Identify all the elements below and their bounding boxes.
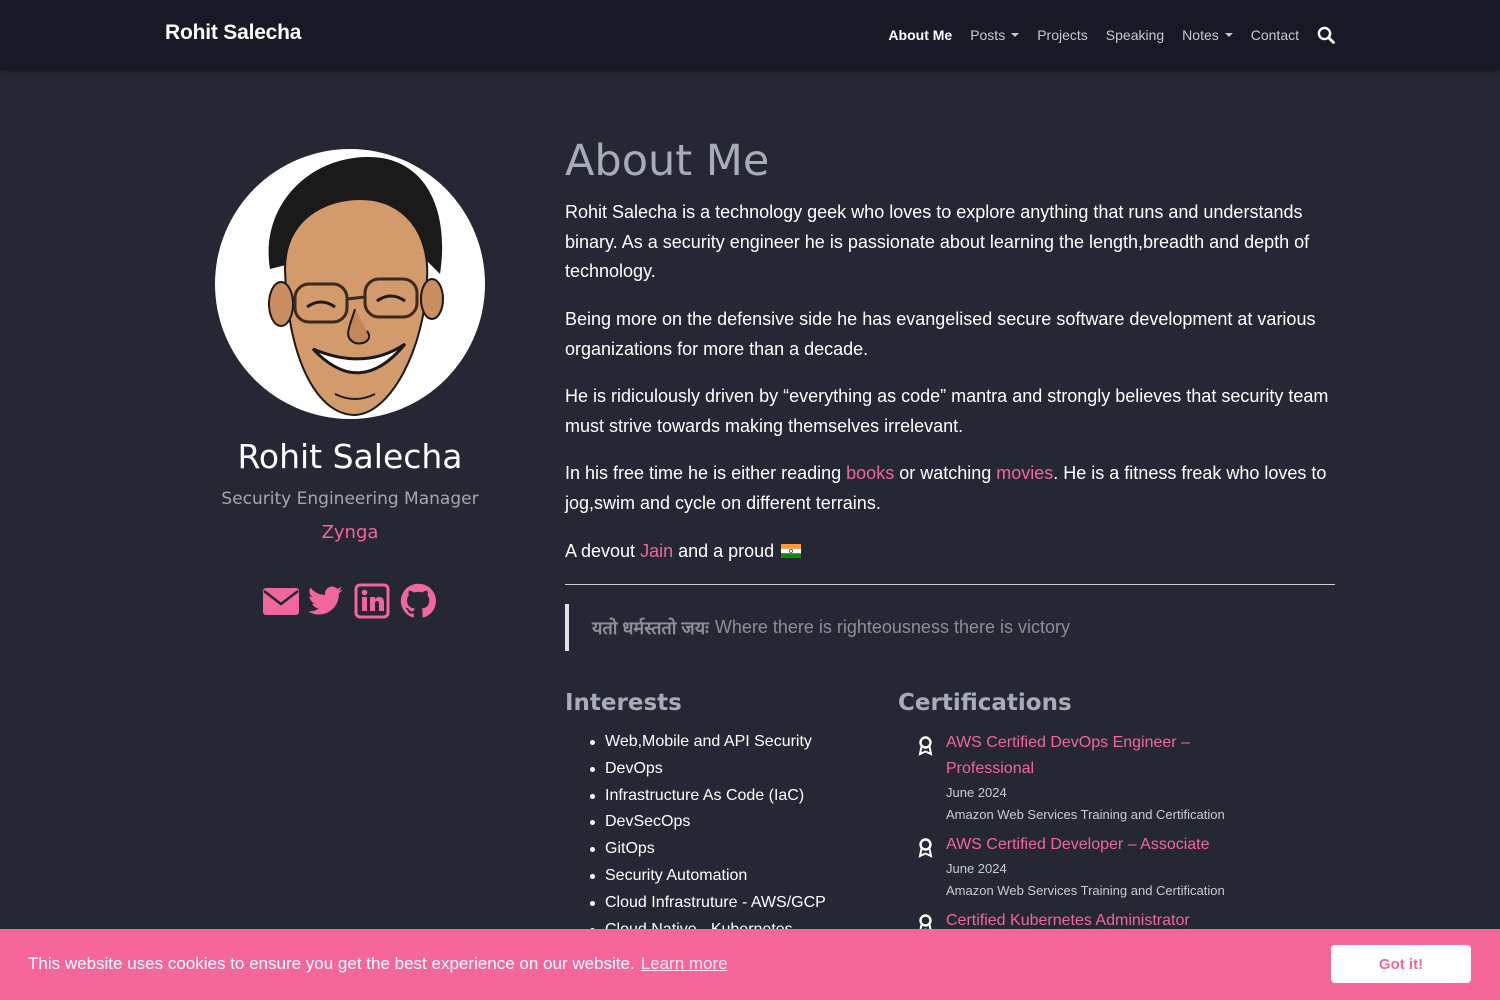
cookie-consent-bar: This website uses cookies to ensure you …: [0, 929, 1500, 1000]
list-item: DevSecOps: [590, 810, 826, 837]
books-link[interactable]: books: [846, 463, 894, 483]
text-segment: or watching: [894, 463, 997, 483]
about-paragraph-2: Being more on the defensive side he has …: [565, 309, 1316, 359]
nav-menu: About Me Posts Projects Speaking Notes C…: [870, 0, 1335, 70]
nav-item-about-me[interactable]: About Me: [888, 27, 952, 43]
got-it-button[interactable]: Got it!: [1331, 945, 1471, 983]
certifications-list: AWS Certified DevOps Engineer – Professi…: [918, 730, 1258, 940]
profile-title: Security Engineering Manager: [221, 489, 479, 509]
page-title: About Me: [565, 136, 770, 186]
caret-down-icon: [1224, 33, 1233, 37]
nav-label: Posts: [970, 27, 1006, 43]
nav-item-speaking[interactable]: Speaking: [1106, 27, 1164, 43]
site-brand[interactable]: Rohit Salecha: [165, 21, 301, 45]
list-item: Security Automation: [590, 864, 826, 891]
list-item: GitOps: [590, 837, 826, 864]
profile-company-link[interactable]: Zynga: [165, 522, 535, 543]
about-paragraph-5: A devout Jain and a proud: [565, 537, 1335, 567]
top-navbar: Rohit Salecha About Me Posts Projects Sp…: [0, 0, 1500, 70]
nav-item-posts[interactable]: Posts: [970, 27, 1020, 43]
envelope-icon[interactable]: [262, 583, 299, 619]
social-links: [262, 583, 436, 619]
interests-list: Web,Mobile and API Security DevOps Infra…: [590, 730, 826, 944]
jain-link[interactable]: Jain: [640, 541, 673, 561]
profile-name: Rohit Salecha: [237, 437, 463, 476]
certification-issuer: Amazon Web Services Training and Certifi…: [946, 807, 1225, 822]
cookie-message: This website uses cookies to ensure you …: [28, 954, 728, 974]
list-item: DevOps: [590, 757, 826, 784]
nav-label: About Me: [888, 27, 953, 43]
certification-date: June 2024: [946, 861, 1007, 876]
blockquote: यतो धर्मस्ततो जयः Where there is righteo…: [565, 604, 1335, 651]
certification-item: AWS Certified DevOps Engineer – Professi…: [918, 730, 1258, 826]
award-icon: [918, 838, 933, 858]
cookie-text: This website uses cookies to ensure you …: [28, 954, 635, 973]
twitter-icon[interactable]: [308, 583, 344, 619]
list-item: Web,Mobile and API Security: [590, 730, 826, 757]
certification-date: June 2024: [946, 785, 1007, 800]
text-segment: A devout: [565, 541, 641, 561]
learn-more-link[interactable]: Learn more: [641, 954, 728, 973]
nav-item-notes[interactable]: Notes: [1182, 27, 1233, 43]
avatar: [215, 149, 485, 419]
certifications-heading: Certifications: [898, 690, 1072, 716]
quote-sanskrit: यतो धर्मस्ततो जयः: [592, 617, 709, 638]
nav-label: Projects: [1037, 27, 1088, 43]
github-icon[interactable]: [400, 583, 436, 619]
interests-heading: Interests: [565, 690, 682, 716]
linkedin-icon[interactable]: [354, 583, 390, 619]
india-flag-icon: [781, 538, 802, 568]
certification-issuer: Amazon Web Services Training and Certifi…: [946, 883, 1225, 898]
divider: [565, 584, 1335, 585]
about-paragraph-1: Rohit Salecha is a technology geek who l…: [565, 202, 1310, 281]
about-paragraph-3: He is ridiculously driven by “everything…: [565, 386, 1329, 436]
quote-text: Where there is righteousness there is vi…: [714, 617, 1070, 637]
caret-down-icon: [1011, 33, 1020, 37]
nav-item-projects[interactable]: Projects: [1037, 27, 1088, 43]
nav-label: Notes: [1182, 27, 1219, 43]
text-segment: In his free time he is either reading: [565, 463, 847, 483]
movies-link[interactable]: movies: [996, 463, 1053, 483]
list-item: Infrastructure As Code (IaC): [590, 784, 826, 811]
nav-label: Speaking: [1105, 27, 1165, 43]
certification-link[interactable]: AWS Certified DevOps Engineer – Professi…: [946, 730, 1258, 782]
certification-item: AWS Certified Developer – Associate June…: [918, 832, 1258, 902]
nav-label: Contact: [1250, 27, 1299, 43]
list-item: Cloud Infrastruture - AWS/GCP: [590, 891, 826, 918]
nav-item-contact[interactable]: Contact: [1251, 27, 1299, 43]
award-icon: [918, 736, 933, 756]
about-paragraph-4: In his free time he is either reading bo…: [565, 459, 1335, 518]
search-icon[interactable]: [1317, 26, 1335, 44]
certification-link[interactable]: AWS Certified Developer – Associate: [946, 832, 1258, 858]
text-segment: and a proud: [673, 541, 780, 561]
